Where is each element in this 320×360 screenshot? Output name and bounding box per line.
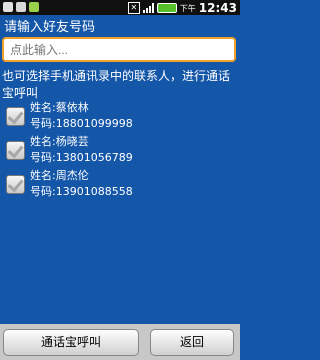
- call-button[interactable]: 通话宝呼叫: [3, 329, 139, 356]
- contact-info: 姓名:周杰伦 号码:13901088558: [30, 168, 133, 200]
- contact-hint-text: 也可选择手机通讯录中的联系人，进行通话宝呼叫: [2, 69, 231, 100]
- contact-info: 姓名:蔡依林 号码:18801099998: [30, 100, 133, 132]
- check-icon: [7, 107, 24, 125]
- notification-icons: [3, 2, 39, 12]
- no-sim-icon: ✕: [127, 2, 140, 14]
- usb-icon: [3, 2, 13, 12]
- check-icon: [7, 141, 24, 159]
- contact-item[interactable]: 姓名:杨晓芸 号码:13801056789: [6, 134, 236, 168]
- contact-info: 姓名:杨晓芸 号码:13801056789: [30, 134, 133, 166]
- contact-name: 姓名:蔡依林: [30, 101, 89, 114]
- battery-icon: [156, 3, 177, 13]
- back-button[interactable]: 返回: [150, 329, 234, 356]
- contact-checkbox[interactable]: [6, 141, 25, 160]
- sd-card-icon: [16, 2, 26, 12]
- check-icon: [7, 175, 24, 193]
- contact-phone: 号码:13901088558: [30, 185, 133, 198]
- contact-phone: 号码:13801056789: [30, 151, 133, 164]
- ampm-label: 下午: [179, 3, 196, 13]
- contact-checkbox[interactable]: [6, 175, 25, 194]
- friend-number-input[interactable]: [2, 37, 236, 62]
- contact-item[interactable]: 姓名:蔡依林 号码:18801099998: [6, 100, 236, 134]
- page-title: 请输入好友号码: [4, 20, 96, 35]
- signal-icon: [142, 3, 154, 13]
- clock: 12:43: [198, 1, 237, 15]
- status-bar: ✕ 下午 12:43: [0, 0, 240, 15]
- status-right: ✕ 下午 12:43: [127, 1, 237, 15]
- image-icon: [29, 2, 39, 12]
- contact-phone: 号码:18801099998: [30, 117, 133, 130]
- bottom-button-bar: 通话宝呼叫 返回: [0, 324, 240, 360]
- contact-name: 姓名:杨晓芸: [30, 135, 89, 148]
- contact-name: 姓名:周杰伦: [30, 169, 89, 182]
- contact-item[interactable]: 姓名:周杰伦 号码:13901088558: [6, 168, 236, 202]
- contact-checkbox[interactable]: [6, 107, 25, 126]
